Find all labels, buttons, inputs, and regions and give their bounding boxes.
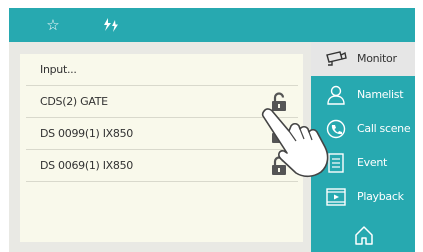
sidebar-item-label: Call scene (357, 122, 411, 135)
call-scene-icon (326, 119, 346, 139)
home-icon[interactable] (353, 224, 375, 246)
list-item[interactable]: DS 0069(1) IX850 (26, 150, 298, 182)
list-item[interactable]: DS 0099(1) IX850 (26, 118, 298, 150)
input-label: Input... (40, 63, 77, 76)
station-list: Input... CDS(2) GATE DS 0099(1) IX850 DS… (20, 54, 303, 242)
sidebar-item-label: Monitor (357, 52, 397, 65)
sidebar-item-event[interactable]: Event (311, 146, 415, 180)
star-icon[interactable]: ☆ (43, 15, 63, 35)
divider (26, 181, 298, 182)
sidebar-item-call-scene[interactable]: Call scene (311, 112, 415, 146)
device-frame: ☆ Input... CDS(2) GATE DS 0099(1) IX850 … (0, 0, 423, 252)
flash-icon[interactable] (101, 15, 121, 35)
film-icon (326, 188, 346, 206)
station-label: CDS(2) GATE (40, 95, 108, 108)
top-bar: ☆ (9, 8, 415, 42)
sidebar-item-playback[interactable]: Playback (311, 180, 415, 214)
input-row[interactable]: Input... (26, 54, 298, 86)
unlock-icon[interactable] (269, 92, 289, 112)
sidebar-item-label: Event (357, 156, 388, 169)
sidebar: Monitor Namelist Call scene Event Playba… (311, 42, 415, 252)
sidebar-item-label: Namelist (357, 88, 404, 101)
document-icon (328, 153, 344, 173)
station-label: DS 0069(1) IX850 (40, 159, 133, 172)
person-icon (327, 85, 345, 105)
list-item[interactable]: CDS(2) GATE (26, 86, 298, 118)
sidebar-item-monitor[interactable]: Monitor (311, 42, 415, 76)
unlock-icon[interactable] (269, 156, 289, 176)
unlock-icon[interactable] (269, 124, 289, 144)
screen: ☆ Input... CDS(2) GATE DS 0099(1) IX850 … (9, 8, 415, 252)
sidebar-item-namelist[interactable]: Namelist (311, 78, 415, 112)
camera-icon (326, 51, 347, 66)
station-label: DS 0099(1) IX850 (40, 127, 133, 140)
sidebar-item-label: Playback (357, 190, 404, 203)
